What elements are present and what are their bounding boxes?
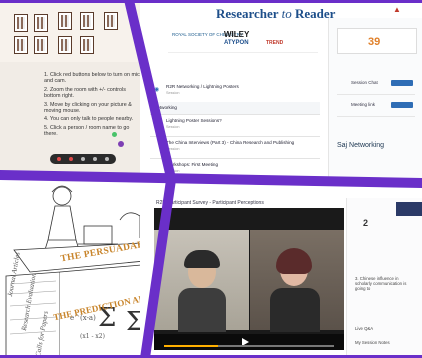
session-title: R2R Participant Survey - Participant Per… bbox=[156, 200, 264, 206]
sidebar-item-notes[interactable]: My Session Notes bbox=[355, 340, 390, 345]
speaker-hair bbox=[276, 248, 312, 274]
gallery-artwork bbox=[58, 12, 72, 30]
sponsor-bar: ROYAL SOCIETY OF CHEMISTRY WILEY ATYPON … bbox=[168, 28, 318, 53]
counter-value: 39 bbox=[368, 36, 381, 48]
session-chat-label: Session Chat bbox=[351, 80, 378, 85]
join-meeting-button[interactable] bbox=[391, 102, 413, 108]
session-type: Session bbox=[166, 91, 180, 95]
svg-text:(x1 - x2): (x1 - x2) bbox=[80, 333, 105, 340]
sponsor-trend[interactable]: TREND bbox=[266, 40, 283, 46]
speaker-body bbox=[178, 288, 226, 332]
event-logo: ▲ bbox=[393, 5, 401, 14]
gallery-artwork bbox=[14, 14, 28, 32]
gallery-artwork bbox=[104, 12, 118, 30]
session-chat-row: Session Chat bbox=[337, 76, 415, 95]
event-platform-panel: Researcher to Reader ▲ ROYAL SOCIETY OF … bbox=[140, 0, 422, 178]
session-row[interactable]: The China Interviews (Part 3) - China Re… bbox=[150, 136, 320, 159]
tab-active[interactable] bbox=[396, 202, 422, 216]
instruction-line: 3. Move by clicking on your picture & mo… bbox=[44, 101, 132, 115]
session-title: Networking bbox=[154, 105, 177, 110]
session-title: Workshops: First Meeting bbox=[166, 162, 218, 167]
sidebar-heading: Saj Networking bbox=[337, 142, 385, 149]
session-title: The China Interviews (Part 3) - China Re… bbox=[166, 140, 295, 145]
video-player[interactable] bbox=[154, 208, 344, 350]
sponsor-wiley[interactable]: WILEY bbox=[224, 30, 249, 39]
session-type: Session bbox=[166, 147, 180, 151]
video-controls bbox=[154, 334, 344, 350]
speaker-body bbox=[270, 288, 320, 332]
session-title: Lightning Poster Sessions? bbox=[166, 118, 222, 123]
sidebar-count: 2 bbox=[363, 218, 369, 228]
camera-button[interactable] bbox=[69, 157, 73, 161]
video-progress-bar[interactable] bbox=[164, 345, 334, 347]
collage: 1. Click red buttons below to turn on mi… bbox=[0, 0, 422, 358]
gallery-instructions: 1. Click red buttons below to turn on mi… bbox=[44, 72, 140, 140]
meeting-link-label: Meeting link bbox=[351, 102, 376, 107]
attendee-counter: 39 bbox=[337, 28, 417, 54]
session-row[interactable]: Workshops: First Meeting Session bbox=[150, 158, 320, 178]
gallery-artwork bbox=[58, 36, 72, 54]
instruction-line: 4. You can only talk to people nearby. bbox=[44, 116, 134, 123]
gallery-artwork bbox=[80, 12, 94, 30]
instruction-line: 5. Click a person / room name to go ther… bbox=[44, 124, 130, 138]
session-title: R2R Networking / Lightning Posters bbox=[166, 84, 239, 89]
join-chat-button[interactable] bbox=[391, 80, 413, 86]
sponsor-atypon[interactable]: ATYPON bbox=[224, 40, 249, 46]
mic-button[interactable] bbox=[57, 157, 61, 161]
speaker-video-right bbox=[250, 230, 344, 332]
live-icon: ◉ bbox=[154, 87, 160, 93]
event-title: Researcher to Reader bbox=[216, 6, 335, 22]
gallery-artwork bbox=[34, 36, 48, 54]
title-word: to bbox=[281, 6, 292, 21]
meeting-link-row: Meeting link bbox=[337, 98, 415, 117]
session-row[interactable]: ◉ R2R Networking / Lightning Posters Ses… bbox=[150, 80, 320, 103]
settings-button[interactable] bbox=[93, 157, 97, 161]
gallery-toolbar bbox=[50, 154, 116, 164]
gallery-artwork bbox=[34, 14, 48, 32]
speaker-video-left bbox=[154, 230, 249, 332]
instruction-line: 1. Click red buttons below to turn on mi… bbox=[44, 72, 140, 85]
attendee-avatar[interactable] bbox=[118, 141, 124, 147]
session-list: ◉ R2R Networking / Lightning Posters Ses… bbox=[150, 58, 320, 178]
video-progress-fill bbox=[164, 345, 219, 347]
headphones-icon bbox=[184, 250, 220, 268]
leave-button[interactable] bbox=[105, 157, 109, 161]
title-word: Researcher bbox=[216, 6, 279, 21]
gallery-artwork bbox=[14, 36, 28, 54]
session-type: Session bbox=[166, 169, 180, 173]
attendee-avatar[interactable] bbox=[112, 132, 117, 137]
session-row[interactable]: Lightning Poster Sessions? Session bbox=[150, 114, 320, 137]
screen-share-button[interactable] bbox=[81, 157, 85, 161]
video-session-panel: R2R Participant Survey - Participant Per… bbox=[140, 180, 422, 358]
poll-question: 3. Chinese influence in scholarly commun… bbox=[355, 276, 407, 292]
event-sidebar: 39 Session Chat Meeting link Saj Network… bbox=[328, 18, 422, 178]
gallery-artwork bbox=[80, 36, 94, 54]
session-type: Session bbox=[166, 125, 180, 129]
sidebar-item-live-qa[interactable]: Live Q&A bbox=[355, 326, 373, 331]
video-sidebar: 2 3. Chinese influence in scholarly comm… bbox=[346, 198, 422, 358]
instruction-line: 2. Zoom the room with +/- controls botto… bbox=[44, 86, 126, 100]
